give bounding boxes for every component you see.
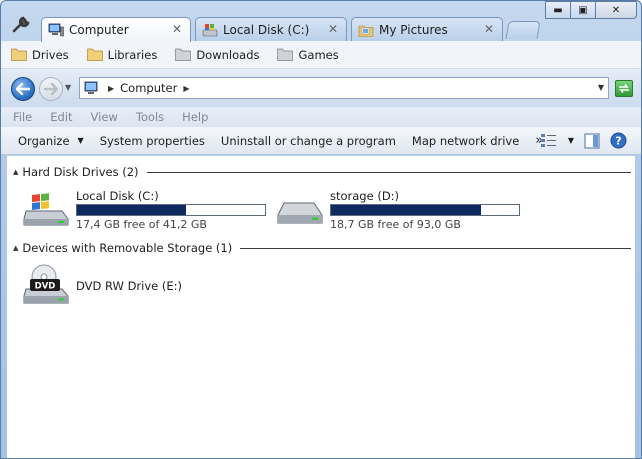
favorite-games[interactable]: Games [277,47,339,62]
drive-usage-bar [76,204,266,216]
windows-drive-icon [202,23,218,36]
group-title: Hard Disk Drives (2) [22,165,139,179]
windows-drive-icon [23,193,69,226]
group-title: Devices with Removable Storage (1) [22,241,233,255]
favorite-label: Games [298,47,339,62]
menu-help[interactable]: Help [182,110,208,124]
explorer-window: Computer ✕ Local Disk (C:) ✕ My Pictures… [0,0,642,459]
new-tab-button[interactable] [505,21,541,39]
recent-pages-dropdown[interactable]: ▼ [65,83,71,92]
address-dropdown-icon[interactable]: ▼ [598,83,604,92]
collapse-triangle-icon[interactable]: ▲ [13,168,18,176]
wrench-icon[interactable] [11,15,31,35]
help-icon[interactable]: ? [610,132,627,149]
tab-label: Local Disk (C:) [223,22,310,37]
group-header-removable-storage[interactable]: ▲ Devices with Removable Storage (1) [13,241,631,255]
favorite-libraries[interactable]: Libraries [86,47,158,62]
chevron-down-icon: ▼ [77,136,84,145]
refresh-icon [619,84,629,93]
tab-label: My Pictures [379,22,448,37]
dvd-badge: DVD [35,282,56,292]
drive-name: DVD RW Drive (E:) [76,279,183,293]
group-divider [240,247,631,249]
computer-icon [48,23,64,37]
folder-icon [277,48,294,61]
drive-local-disk-c[interactable]: Local Disk (C:) 17,4 GB free of 41,2 GB [22,189,272,234]
favorite-label: Libraries [107,47,158,62]
folder-icon [11,48,27,61]
drive-dvd-rw-e[interactable]: DVD DVD RW Drive (E:) [22,263,222,309]
view-controls: ▼ ? [530,132,627,149]
hard-drive-icon [277,202,323,224]
menu-tools[interactable]: Tools [136,110,164,124]
command-bar: Organize ▼ System properties Uninstall o… [1,127,641,155]
tab-local-disk[interactable]: Local Disk (C:) ✕ [195,17,347,41]
favorite-label: Drives [32,47,69,62]
close-window-button[interactable]: ✕ [595,1,637,19]
drive-usage-bar [330,204,520,216]
drive-storage-d[interactable]: storage (D:) 18,7 GB free of 93,0 GB [276,189,526,234]
refresh-button[interactable] [615,80,633,97]
favorite-downloads[interactable]: Downloads [175,48,259,62]
menu-view[interactable]: View [91,110,118,124]
folder-icon [86,48,103,61]
svg-text:?: ? [615,135,621,148]
breadcrumb-arrow-icon[interactable]: ▶ [183,84,189,93]
drive-name: Local Disk (C:) [76,189,159,203]
map-network-drive-button[interactable]: Map network drive [412,134,519,148]
close-icon[interactable]: ✕ [484,22,494,36]
back-button[interactable] [11,77,35,101]
group-header-hard-disk-drives[interactable]: ▲ Hard Disk Drives (2) [13,165,631,179]
pictures-folder-icon [358,25,374,37]
organize-button[interactable]: Organize ▼ [18,134,84,148]
folder-icon [175,48,192,61]
favorite-label: Downloads [196,47,260,62]
arrow-left-icon [16,83,30,95]
group-divider [146,171,631,173]
minimize-button[interactable]: ▬ [545,1,571,19]
favorite-drives[interactable]: Drives [11,48,69,62]
menu-edit[interactable]: Edit [50,110,72,124]
close-icon[interactable]: ✕ [328,22,338,36]
chevron-down-icon[interactable]: ▼ [568,136,574,145]
system-properties-button[interactable]: System properties [100,134,205,148]
maximize-button[interactable]: ▣ [570,1,596,19]
menu-bar: File Edit View Tools Help [1,107,641,127]
tab-strip: Computer ✕ Local Disk (C:) ✕ My Pictures… [1,1,641,42]
tab-computer[interactable]: Computer ✕ [41,17,191,42]
collapse-triangle-icon[interactable]: ▲ [13,244,18,252]
favorites-bar: Drives Libraries Downloads Games [1,41,641,69]
navigation-bar: ▼ ▶ Computer ▶ ▼ [1,69,641,107]
address-bar[interactable]: ▶ Computer ▶ ▼ [79,77,609,99]
forward-button[interactable] [39,77,63,101]
arrow-right-icon [44,83,58,95]
file-list-pane[interactable]: ▲ Hard Disk Drives (2) Local Disk (C:) 1… [7,156,635,458]
tab-my-pictures[interactable]: My Pictures ✕ [351,17,503,41]
dvd-drive-icon: DVD [23,264,69,304]
breadcrumb-arrow-icon[interactable]: ▶ [108,84,114,93]
organize-label: Organize [18,133,70,148]
computer-icon [84,81,98,94]
uninstall-program-button[interactable]: Uninstall or change a program [221,134,396,148]
drive-free-space: 17,4 GB free of 41,2 GB [76,218,207,231]
tab-label: Computer [69,23,129,37]
menu-file[interactable]: File [13,110,32,124]
close-icon[interactable]: ✕ [172,22,182,36]
drive-name: storage (D:) [330,189,400,203]
drive-free-space: 18,7 GB free of 93,0 GB [330,218,461,231]
breadcrumb-computer[interactable]: Computer [120,81,177,95]
view-options-icon[interactable] [540,133,558,149]
preview-pane-icon[interactable] [584,133,600,149]
